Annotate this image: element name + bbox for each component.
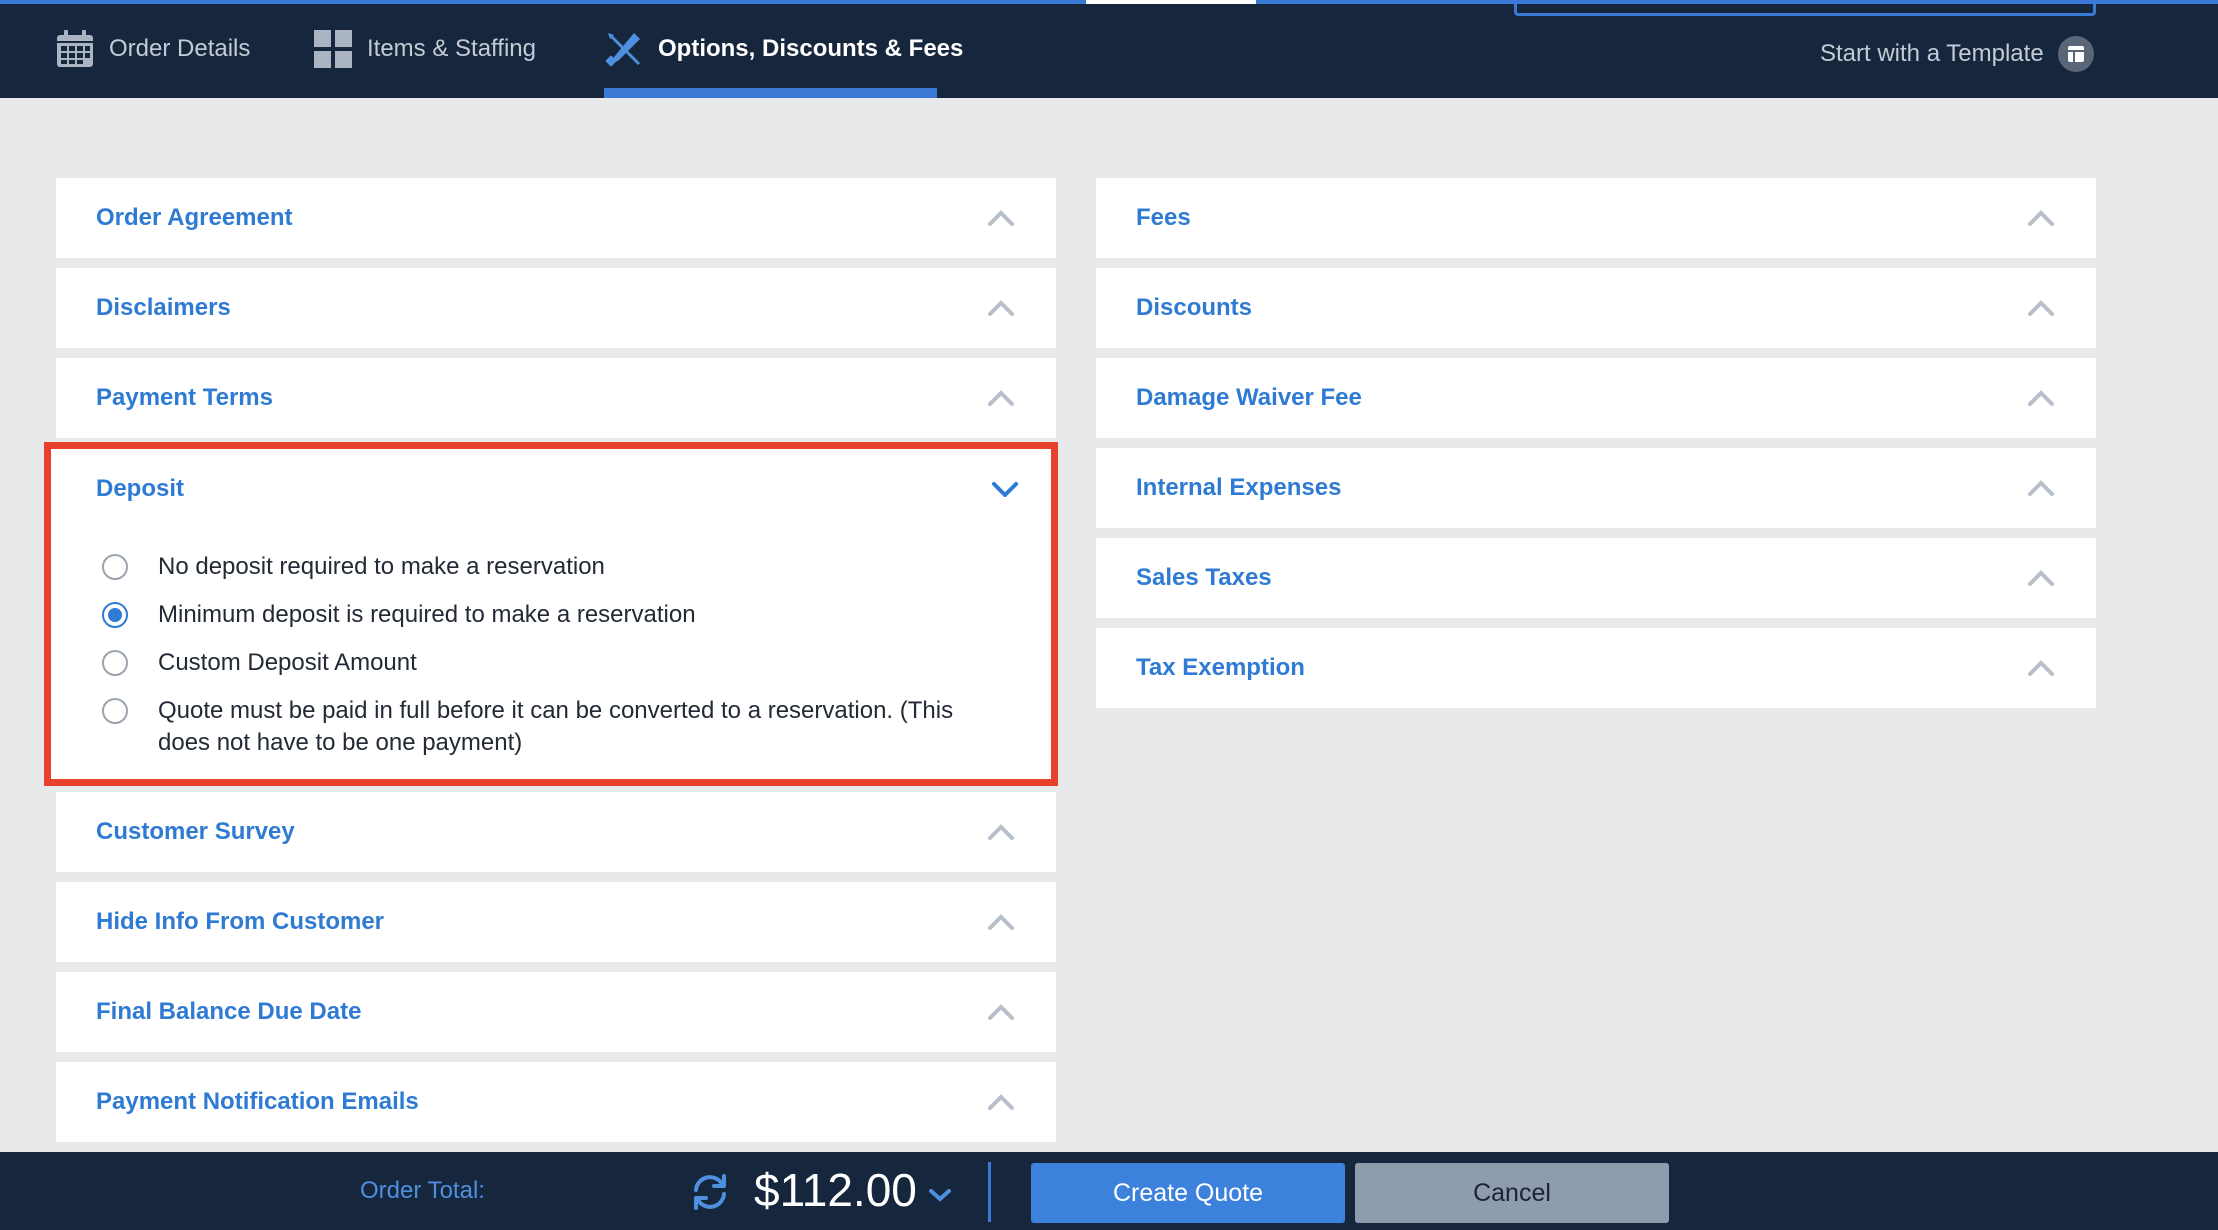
panel-title: Internal Expenses <box>1136 474 1342 501</box>
panel-title: Order Agreement <box>96 204 293 231</box>
chevron-up-icon <box>2028 390 2054 406</box>
panel-title: Fees <box>1136 204 1191 231</box>
tab-options-discounts-fees[interactable]: Options, Discounts & Fees <box>604 0 963 98</box>
panel-title: Disclaimers <box>96 294 231 321</box>
radio-button[interactable] <box>102 554 128 580</box>
panel-disclaimers[interactable]: Disclaimers <box>56 268 1056 348</box>
panel-title: Final Balance Due Date <box>96 998 362 1025</box>
tools-icon <box>604 29 644 69</box>
panel-title: Damage Waiver Fee <box>1136 384 1362 411</box>
panel-title: Hide Info From Customer <box>96 908 385 935</box>
chevron-up-icon <box>988 1004 1014 1020</box>
panel-payment-terms[interactable]: Payment Terms <box>56 358 1056 438</box>
chevron-up-icon <box>988 1094 1014 1110</box>
panel-title: Sales Taxes <box>1136 564 1272 591</box>
chevron-up-icon <box>2028 660 2054 676</box>
panel-title: Deposit <box>96 475 185 502</box>
chevron-down-icon <box>928 1189 951 1202</box>
order-total-value: $112.00 <box>754 1164 917 1216</box>
order-total-label: Order Total: <box>360 1177 485 1204</box>
chevron-up-icon <box>2028 570 2054 586</box>
panel-fees[interactable]: Fees <box>1096 178 2096 258</box>
option-label: No deposit required to make a reservatio… <box>158 553 605 580</box>
panel-deposit: Deposit No deposit required to make a re… <box>44 442 1058 786</box>
panel-title: Payment Terms <box>96 384 273 411</box>
start-with-template-link[interactable]: Start with a Template <box>1820 34 2094 74</box>
create-quote-button[interactable]: Create Quote <box>1031 1163 1345 1223</box>
option-label: Quote must be paid in full before it can… <box>158 697 954 756</box>
tab-order-details[interactable]: Order Details <box>55 0 250 98</box>
panel-hide-info[interactable]: Hide Info From Customer <box>56 882 1056 962</box>
radio-button-selected[interactable] <box>102 602 128 628</box>
panel-customer-survey[interactable]: Customer Survey <box>56 792 1056 872</box>
chevron-up-icon <box>2028 300 2054 316</box>
chevron-up-icon <box>988 390 1014 406</box>
top-outline-box <box>1514 0 2096 16</box>
top-navigation: Order Details Items & Staffing Options, … <box>0 0 2218 98</box>
option-label: Minimum deposit is required to make a re… <box>158 601 696 628</box>
calendar-icon <box>55 29 95 69</box>
panel-order-agreement[interactable]: Order Agreement <box>56 178 1056 258</box>
option-label: Custom Deposit Amount <box>158 649 417 676</box>
top-accent-highlight <box>1086 0 1256 4</box>
template-icon <box>2057 36 2094 72</box>
divider <box>988 1162 991 1222</box>
tab-label: Options, Discounts & Fees <box>658 35 964 62</box>
radio-button[interactable] <box>102 650 128 676</box>
order-total-dropdown[interactable]: $112.00 <box>754 1162 951 1218</box>
chevron-up-icon <box>2028 210 2054 226</box>
deposit-option-full-payment[interactable]: Quote must be paid in full before it can… <box>102 695 998 759</box>
tab-items-staffing[interactable]: Items & Staffing <box>313 0 536 98</box>
chevron-up-icon <box>988 300 1014 316</box>
panel-title: Payment Notification Emails <box>96 1088 419 1115</box>
chevron-up-icon <box>2028 480 2054 496</box>
cancel-button[interactable]: Cancel <box>1355 1163 1669 1223</box>
deposit-option-none[interactable]: No deposit required to make a reservatio… <box>102 551 998 583</box>
refresh-icon[interactable] <box>688 1170 732 1214</box>
panel-sales-taxes[interactable]: Sales Taxes <box>1096 538 2096 618</box>
chevron-up-icon <box>988 210 1014 226</box>
deposit-header[interactable]: Deposit <box>51 449 1051 529</box>
tab-label: Order Details <box>109 35 251 62</box>
panel-internal-expenses[interactable]: Internal Expenses <box>1096 448 2096 528</box>
radio-button[interactable] <box>102 698 128 724</box>
chevron-up-icon <box>988 914 1014 930</box>
panel-tax-exemption[interactable]: Tax Exemption <box>1096 628 2096 708</box>
tab-label: Items & Staffing <box>367 35 536 62</box>
deposit-option-custom[interactable]: Custom Deposit Amount <box>102 647 998 679</box>
grid-icon <box>313 29 353 69</box>
panel-title: Tax Exemption <box>1136 654 1305 681</box>
chevron-down-icon <box>992 482 1018 497</box>
chevron-up-icon <box>988 824 1014 840</box>
panel-title: Discounts <box>1136 294 1253 321</box>
deposit-option-minimum[interactable]: Minimum deposit is required to make a re… <box>102 599 998 631</box>
panel-title: Customer Survey <box>96 818 295 845</box>
bottom-action-bar: Order Total: $112.00 Create Quote Cancel <box>0 1152 2218 1230</box>
panel-final-balance-due-date[interactable]: Final Balance Due Date <box>56 972 1056 1052</box>
panel-damage-waiver-fee[interactable]: Damage Waiver Fee <box>1096 358 2096 438</box>
panel-payment-notification-emails[interactable]: Payment Notification Emails <box>56 1062 1056 1142</box>
template-link-label: Start with a Template <box>1820 40 2044 67</box>
active-tab-indicator <box>604 88 937 98</box>
panel-discounts[interactable]: Discounts <box>1096 268 2096 348</box>
